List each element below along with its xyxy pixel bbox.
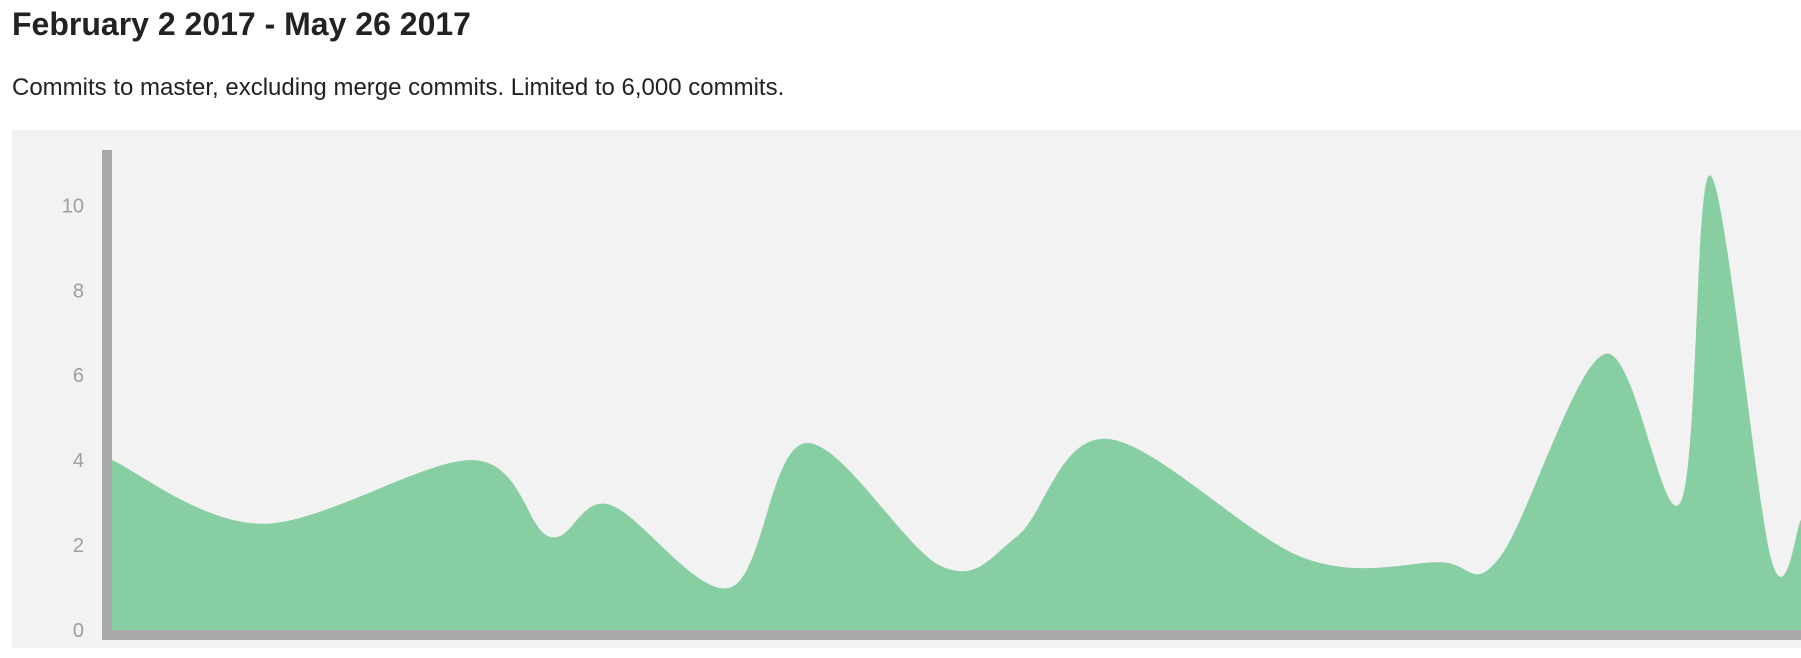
y-tick-label: 2 <box>73 535 84 557</box>
x-axis-line <box>102 630 1801 640</box>
commit-area-chart: 0246810 Feb 05Feb 12Feb 19Feb 26Mar 05Ma… <box>62 150 1801 642</box>
commit-chart-panel: 0246810 Feb 05Feb 12Feb 19Feb 26Mar 05Ma… <box>12 130 1801 648</box>
chart-description: Commits to master, excluding merge commi… <box>12 74 785 101</box>
commit-area-series <box>112 175 1801 630</box>
y-tick-label: 4 <box>73 450 84 472</box>
area-layer <box>112 175 1801 630</box>
contributors-commit-graph: February 2 2017 - May 26 2017 Commits to… <box>0 0 1801 658</box>
y-tick-label: 6 <box>73 365 84 387</box>
date-range-title: February 2 2017 - May 26 2017 <box>12 6 471 42</box>
y-tick-label: 8 <box>73 280 84 302</box>
y-axis-ticks: 0 2 4 6 8 10 <box>62 195 84 642</box>
y-tick-label: 0 <box>73 620 84 642</box>
y-tick-label: 10 <box>62 195 84 217</box>
y-axis-line <box>102 150 112 640</box>
